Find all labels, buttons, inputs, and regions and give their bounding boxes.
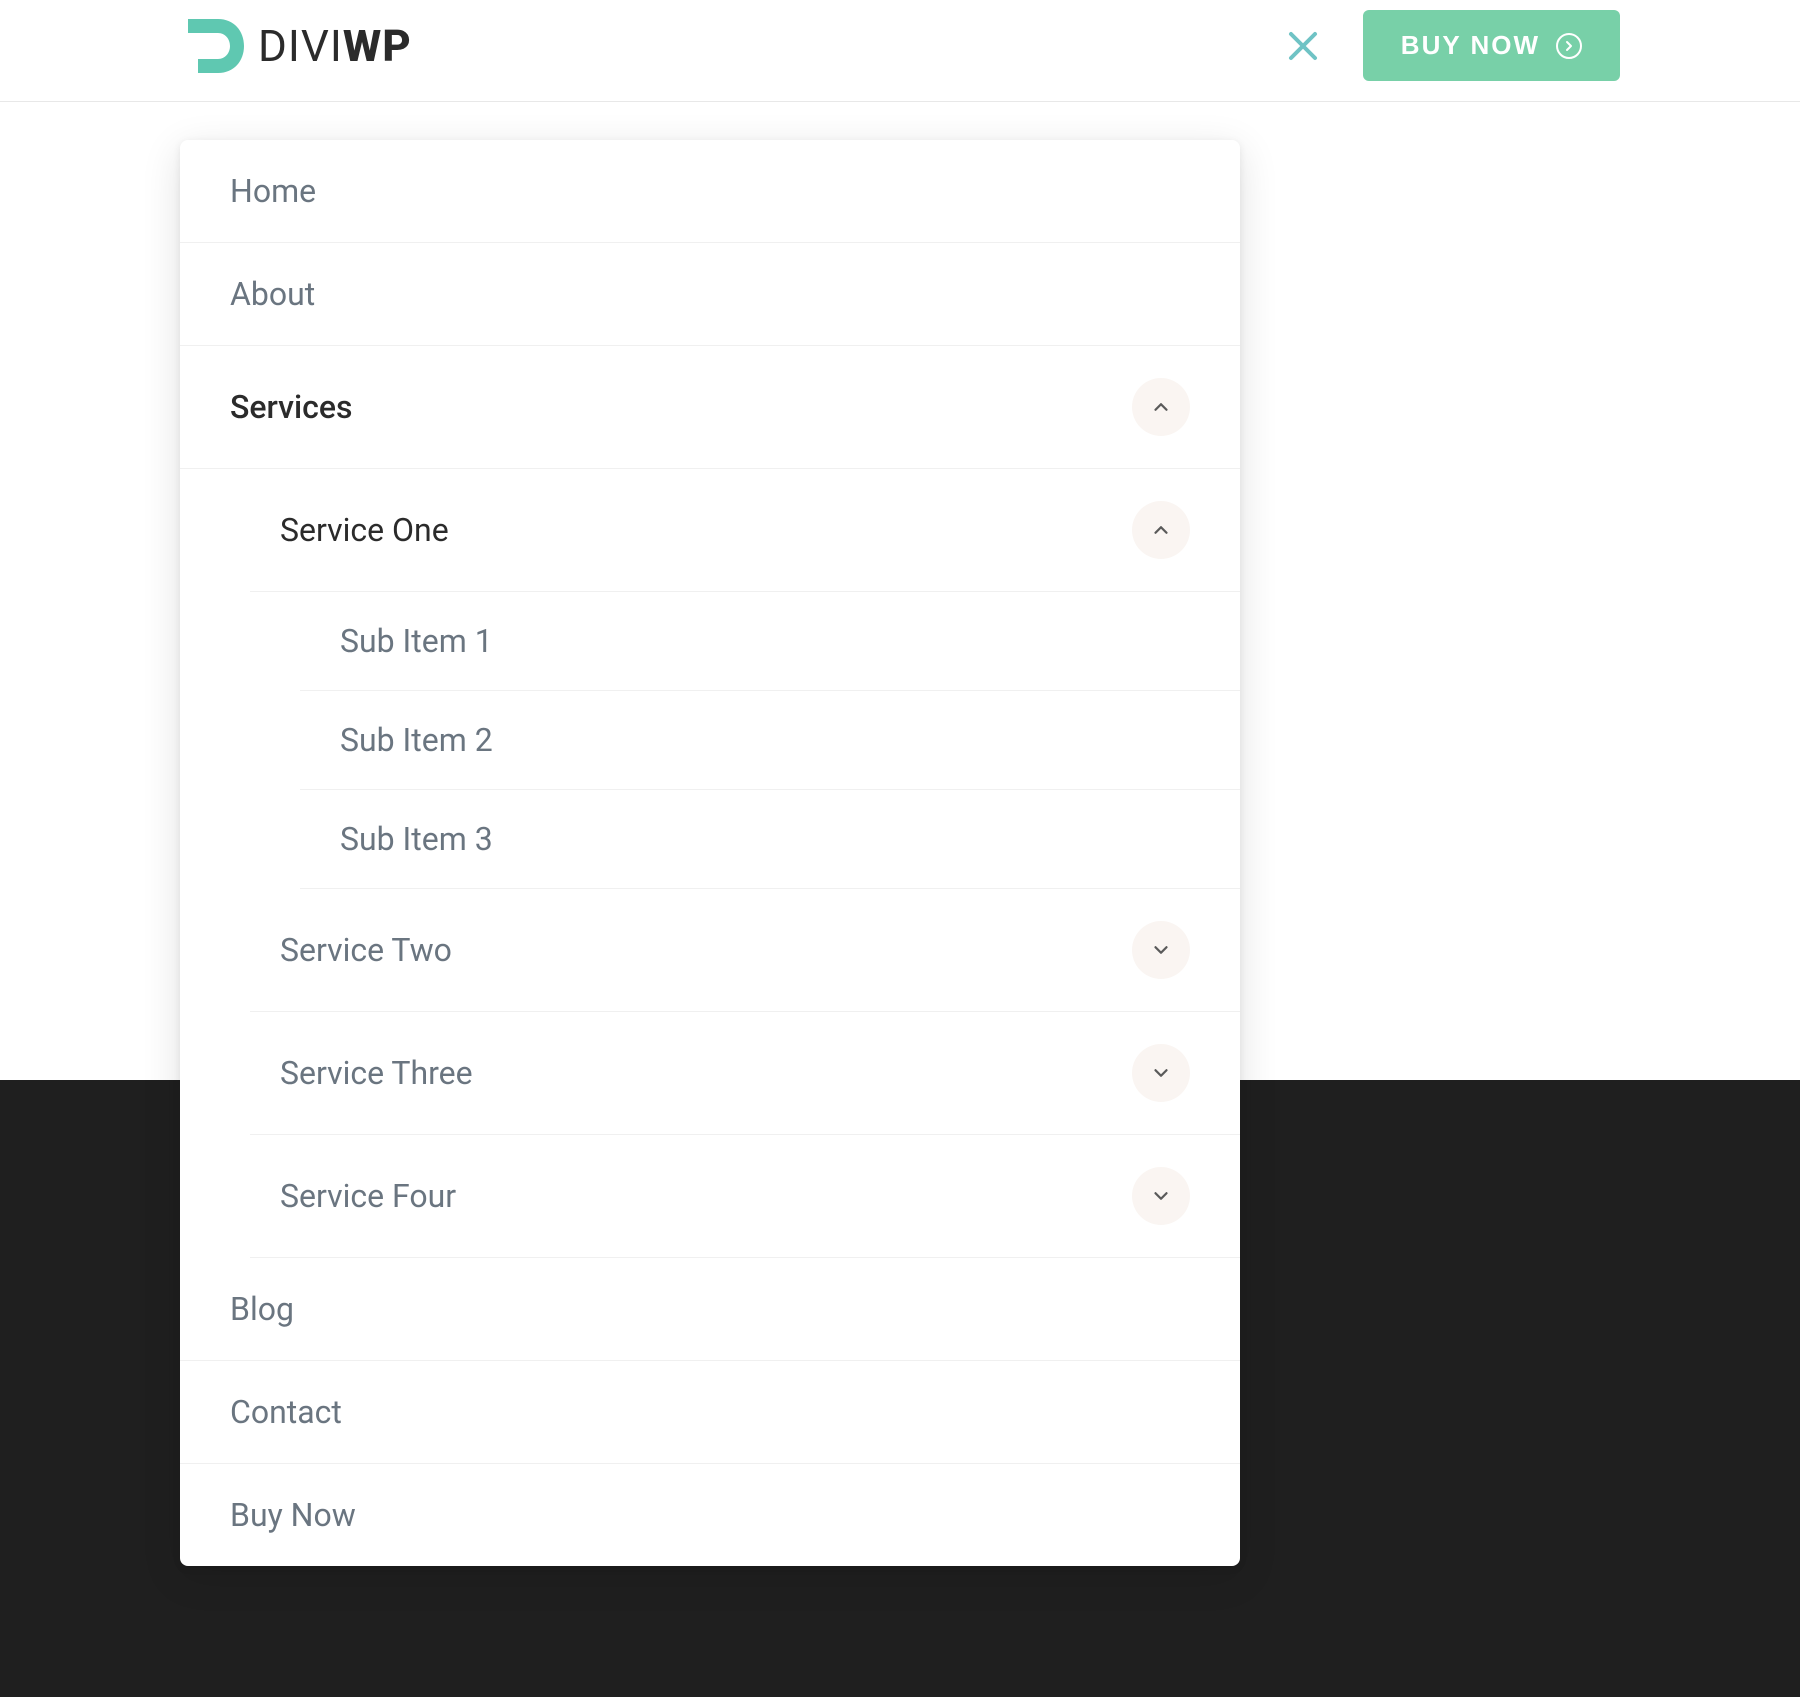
submenu-item-label: Service Three <box>280 1054 473 1092</box>
services-submenu: Service One Sub Item 1 Sub Item 2 <box>180 469 1240 1258</box>
chevron-down-icon <box>1150 1185 1172 1207</box>
arrow-right-circle-icon <box>1556 33 1582 59</box>
chevron-up-icon <box>1150 396 1172 418</box>
menu-item-label: Home <box>230 172 316 210</box>
submenu-item-label: Service Four <box>280 1177 456 1215</box>
submenu-item-service-three[interactable]: Service Three <box>180 1012 1240 1134</box>
collapse-toggle[interactable] <box>1132 501 1190 559</box>
menu-item-label: Blog <box>230 1290 294 1328</box>
menu-item-label: Buy Now <box>230 1496 356 1534</box>
menu-item-label: Contact <box>230 1393 342 1431</box>
menu-item-label: Services <box>230 388 352 426</box>
service-one-submenu: Sub Item 1 Sub Item 2 Sub Item 3 <box>180 592 1240 889</box>
sub-item-1[interactable]: Sub Item 1 <box>180 592 1240 690</box>
expand-toggle[interactable] <box>1132 921 1190 979</box>
buy-now-button[interactable]: BUY NOW <box>1363 10 1620 81</box>
sub-item-label: Sub Item 1 <box>340 622 493 660</box>
logo-icon <box>180 11 250 81</box>
menu-item-services[interactable]: Services <box>180 346 1240 469</box>
sub-item-2[interactable]: Sub Item 2 <box>180 691 1240 789</box>
menu-item-buy-now[interactable]: Buy Now <box>180 1464 1240 1566</box>
buy-now-label: BUY NOW <box>1401 30 1540 61</box>
logo[interactable]: DIVIWP <box>180 11 412 81</box>
collapse-toggle[interactable] <box>1132 378 1190 436</box>
chevron-down-icon <box>1150 939 1172 961</box>
sub-item-3[interactable]: Sub Item 3 <box>180 790 1240 888</box>
mobile-menu-dropdown: Home About Services Service One <box>180 140 1240 1566</box>
menu-item-blog[interactable]: Blog <box>180 1258 1240 1361</box>
logo-text: DIVIWP <box>258 20 412 72</box>
expand-toggle[interactable] <box>1132 1044 1190 1102</box>
submenu-item-service-one[interactable]: Service One <box>180 469 1240 591</box>
submenu-item-service-four[interactable]: Service Four <box>180 1135 1240 1257</box>
expand-toggle[interactable] <box>1132 1167 1190 1225</box>
chevron-down-icon <box>1150 1062 1172 1084</box>
menu-item-label: About <box>230 275 315 313</box>
menu-item-about[interactable]: About <box>180 243 1240 346</box>
close-icon <box>1285 28 1321 64</box>
menu-item-contact[interactable]: Contact <box>180 1361 1240 1464</box>
sub-item-label: Sub Item 3 <box>340 820 493 858</box>
submenu-item-label: Service Two <box>280 931 452 969</box>
close-menu-button[interactable] <box>1283 26 1323 66</box>
chevron-up-icon <box>1150 519 1172 541</box>
menu-item-home[interactable]: Home <box>180 140 1240 243</box>
sub-item-label: Sub Item 2 <box>340 721 493 759</box>
submenu-item-label: Service One <box>280 511 449 549</box>
header-right: BUY NOW <box>1283 10 1620 81</box>
header: DIVIWP BUY NOW <box>0 0 1800 102</box>
submenu-item-service-two[interactable]: Service Two <box>180 889 1240 1011</box>
